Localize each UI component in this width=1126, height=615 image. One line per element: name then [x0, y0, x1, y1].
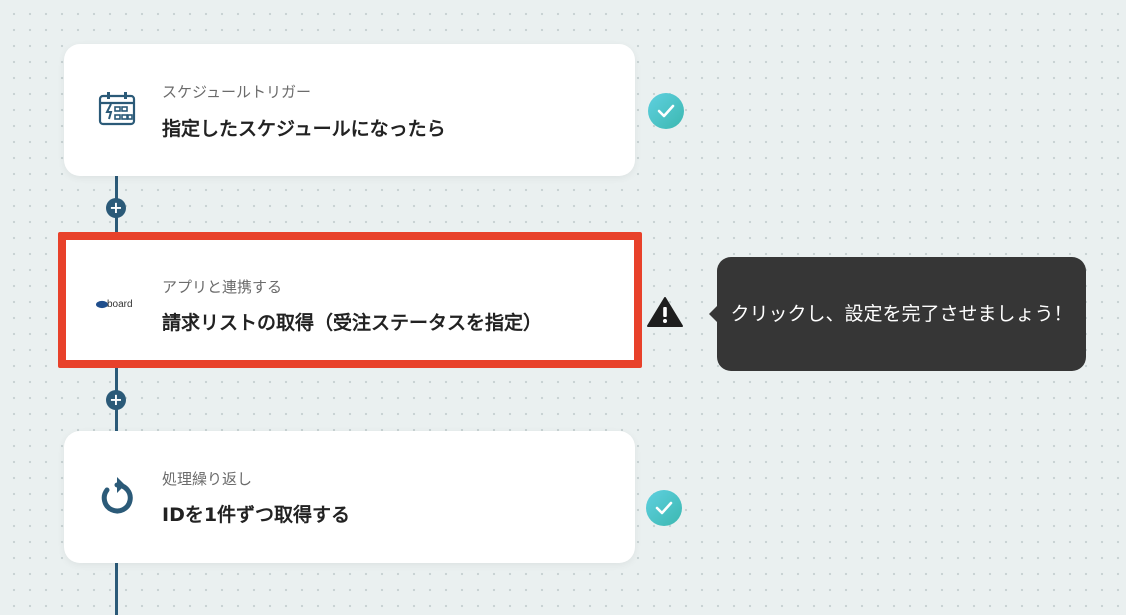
step-title: 指定したスケジュールになったら [162, 118, 446, 140]
step-title: IDを1件ずつ取得する [162, 504, 351, 526]
complete-check-icon [648, 93, 684, 129]
step-type-label: 処理繰り返し [162, 470, 253, 488]
warning-icon [646, 296, 684, 332]
loop-icon [98, 476, 136, 522]
add-step-button[interactable]: + [106, 198, 126, 218]
step-type-label: スケジュールトリガー [162, 83, 311, 101]
add-step-button[interactable]: + [106, 390, 126, 410]
complete-check-icon [646, 490, 682, 526]
setup-hint-tooltip: クリックし、設定を完了させましょう！ [717, 257, 1086, 371]
flow-step-schedule-trigger[interactable]: スケジュールトリガー 指定したスケジュールになったら [64, 44, 635, 176]
highlight-frame [58, 232, 642, 368]
flow-connector-line [115, 562, 118, 615]
schedule-trigger-icon [98, 90, 136, 130]
flow-step-loop[interactable]: 処理繰り返し IDを1件ずつ取得する [64, 431, 635, 563]
